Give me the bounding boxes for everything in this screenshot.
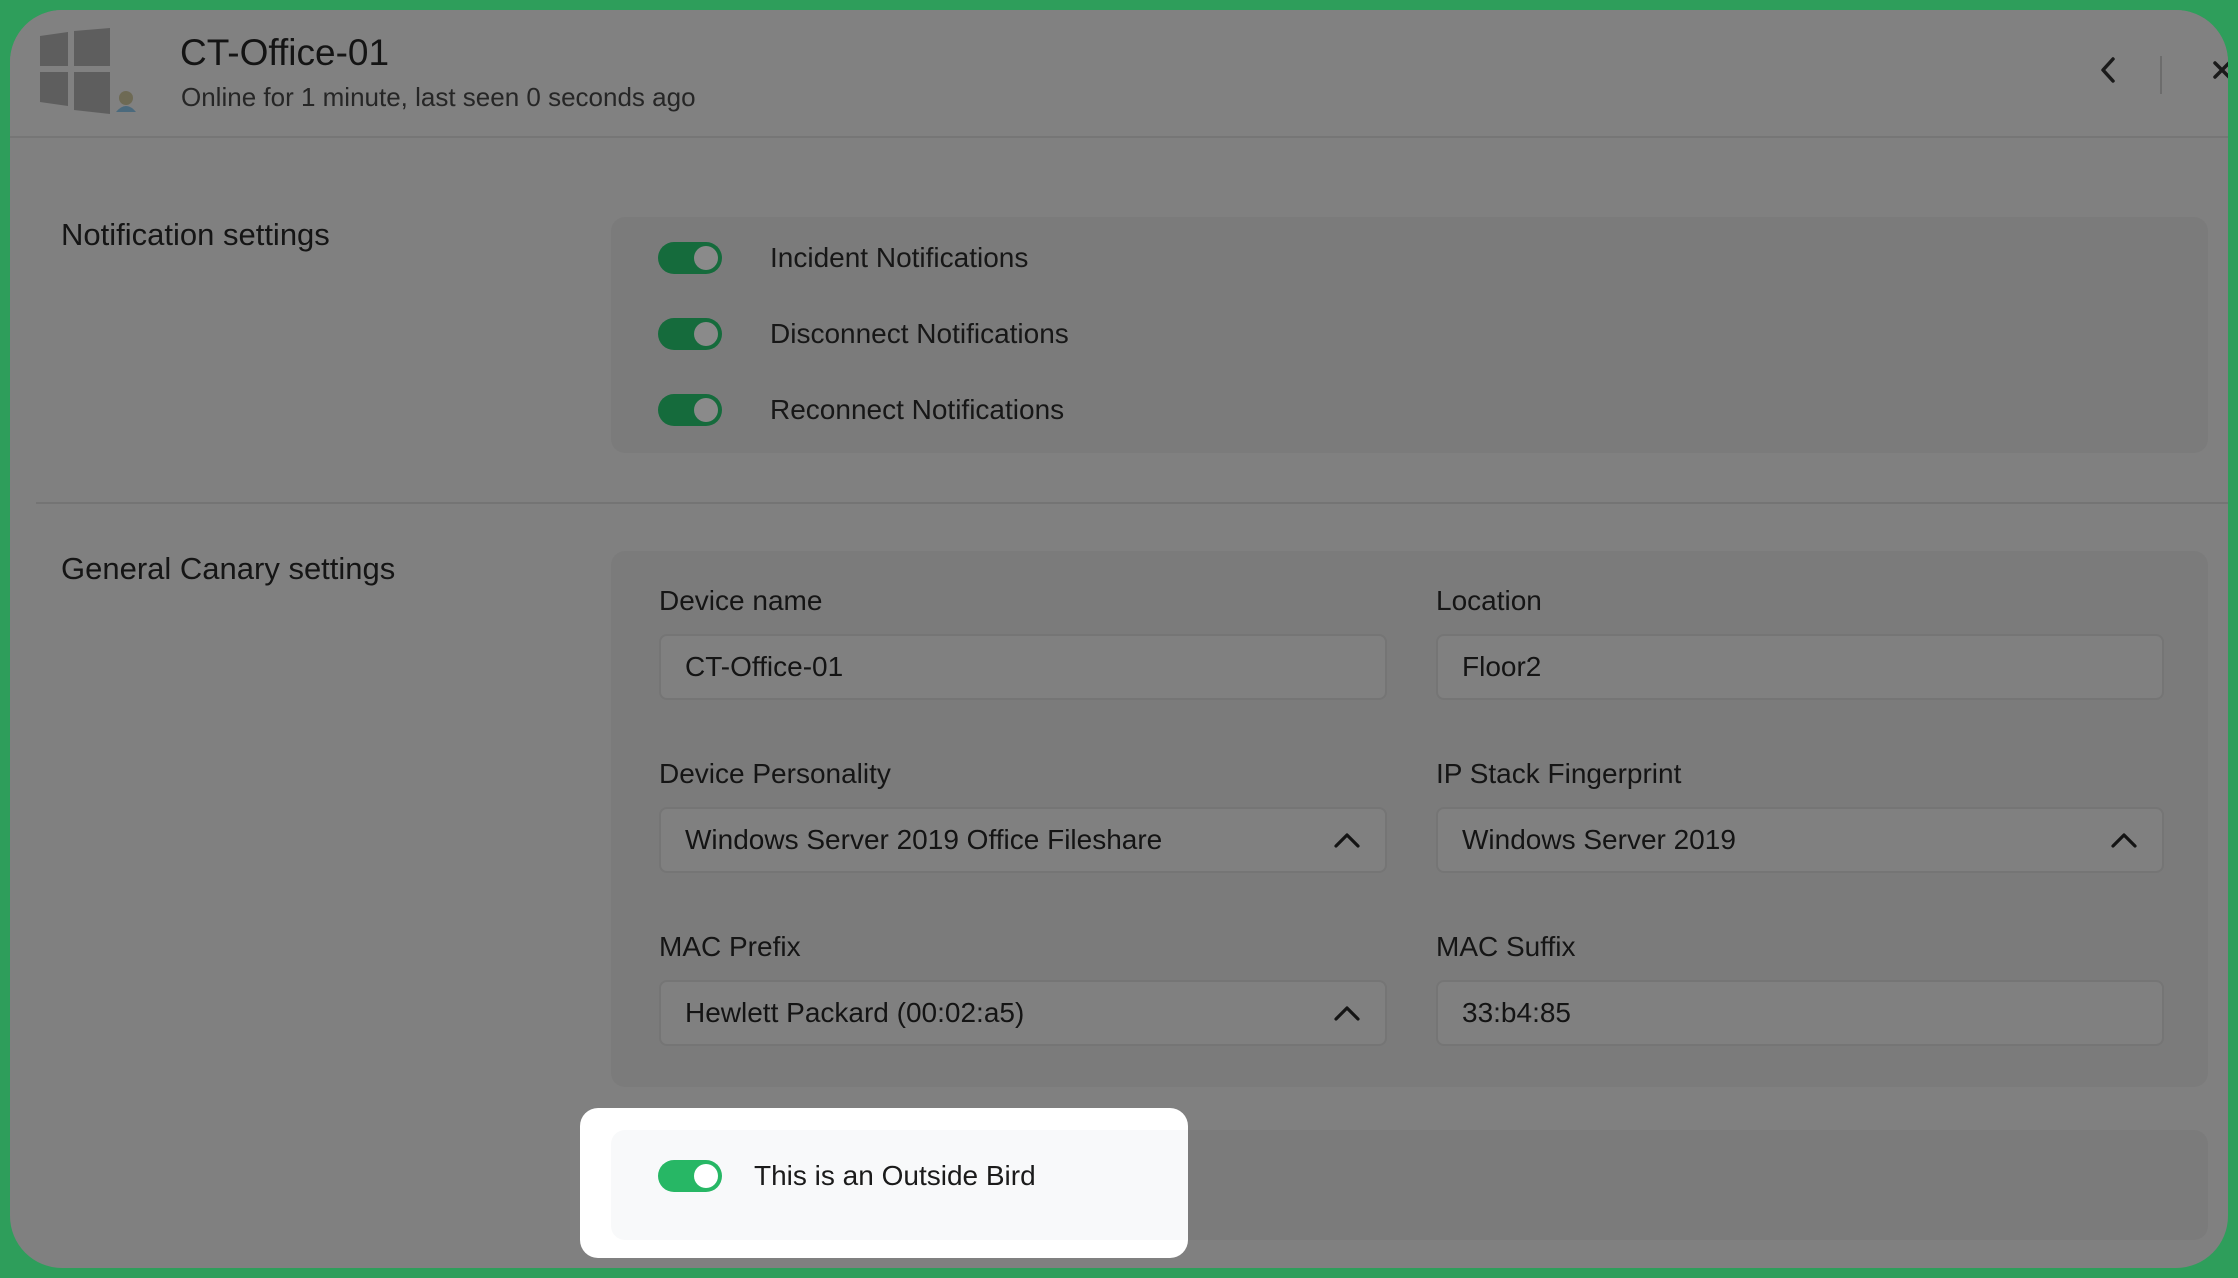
mac-suffix-input[interactable]: 33:b4:85 [1436, 980, 2164, 1046]
ip-stack-fingerprint-value: Windows Server 2019 [1462, 824, 1736, 855]
reconnect-notifications-toggle[interactable] [658, 394, 722, 426]
outside-bird-toggle[interactable] [658, 1160, 722, 1192]
location-value: Floor2 [1462, 651, 1542, 682]
mac-prefix-label: MAC Prefix [659, 931, 801, 962]
device-name-value: CT-Office-01 [685, 651, 844, 682]
device-personality-label: Device Personality [659, 758, 891, 789]
incident-notifications-toggle[interactable] [658, 242, 722, 274]
section-divider [36, 502, 2228, 504]
chevron-up-icon [1334, 1006, 1360, 1021]
mac-prefix-value: Hewlett Packard (00:02:a5) [685, 997, 1025, 1028]
device-personality-select[interactable]: Windows Server 2019 Office Fileshare [659, 807, 1387, 873]
back-button[interactable] [2088, 50, 2128, 90]
device-name-label: Device name [659, 585, 823, 616]
notification-settings-title: Notification settings [61, 217, 330, 252]
disconnect-notifications-toggle[interactable] [658, 318, 722, 350]
chevron-left-icon [2101, 57, 2115, 83]
ip-stack-fingerprint-label: IP Stack Fingerprint [1436, 758, 1682, 789]
mac-prefix-select[interactable]: Hewlett Packard (00:02:a5) [659, 980, 1387, 1046]
close-button[interactable] [2202, 50, 2228, 90]
chevron-up-icon [1334, 833, 1360, 848]
ip-stack-fingerprint-select[interactable]: Windows Server 2019 [1436, 807, 2164, 873]
location-input[interactable]: Floor2 [1436, 634, 2164, 700]
device-personality-value: Windows Server 2019 Office Fileshare [685, 824, 1163, 855]
windows-logo-icon [40, 28, 136, 114]
close-icon [2213, 61, 2228, 79]
outside-bird-row: This is an Outside Bird [658, 1158, 1036, 1194]
mac-suffix-label: MAC Suffix [1436, 931, 1576, 962]
reconnect-notifications-label: Reconnect Notifications [770, 394, 1065, 425]
incident-notifications-row: Incident Notifications [658, 240, 1028, 276]
device-name-input[interactable]: CT-Office-01 [659, 634, 1387, 700]
disconnect-notifications-row: Disconnect Notifications [658, 316, 1069, 352]
reconnect-notifications-row: Reconnect Notifications [658, 392, 1064, 428]
header-divider [2160, 56, 2162, 94]
outside-bird-label: This is an Outside Bird [754, 1160, 1036, 1191]
device-status-text: Online for 1 minute, last seen 0 seconds… [181, 82, 696, 112]
window-header: CT-Office-01 Online for 1 minute, last s… [10, 10, 2228, 138]
incident-notifications-label: Incident Notifications [770, 242, 1029, 273]
device-title: CT-Office-01 [180, 32, 390, 73]
chevron-up-icon [2111, 833, 2137, 848]
device-settings-window: CT-Office-01 Online for 1 minute, last s… [10, 10, 2228, 1268]
general-settings-title: General Canary settings [61, 551, 396, 586]
disconnect-notifications-label: Disconnect Notifications [770, 318, 1069, 349]
mac-suffix-value: 33:b4:85 [1462, 997, 1571, 1028]
location-label: Location [1436, 585, 1542, 616]
